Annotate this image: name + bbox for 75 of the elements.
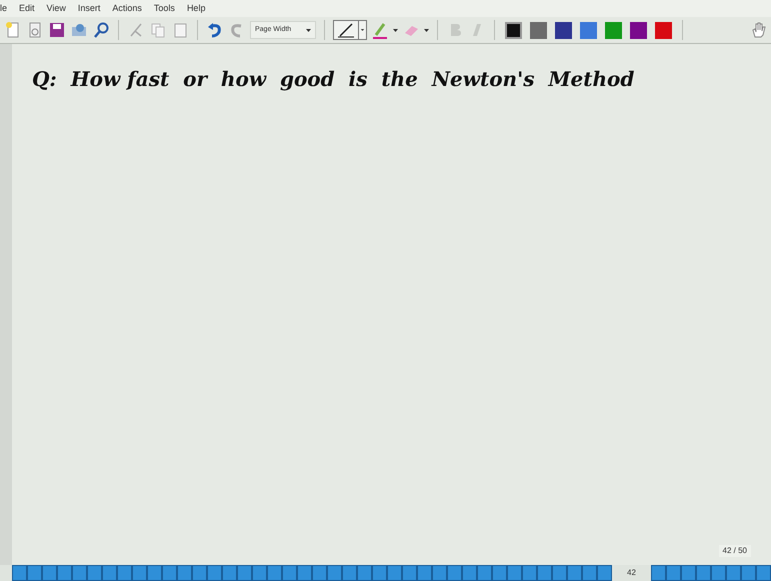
page-tab[interactable]: [756, 565, 771, 581]
caret-icon[interactable]: [393, 28, 398, 32]
menu-item[interactable]: le: [0, 2, 8, 16]
menu-item[interactable]: Actions: [112, 2, 142, 16]
color-swatch[interactable]: [505, 22, 522, 38]
page-tab[interactable]: [327, 565, 342, 581]
page-tab[interactable]: [252, 565, 267, 581]
current-page: 42: [626, 567, 637, 579]
page-tab[interactable]: [27, 565, 42, 581]
page-tab[interactable]: [57, 565, 72, 581]
menu-item[interactable]: View: [46, 2, 66, 16]
page-tab[interactable]: [462, 565, 477, 581]
page-tab[interactable]: [432, 565, 447, 581]
color-swatch[interactable]: [630, 22, 647, 38]
page-tab[interactable]: [192, 565, 207, 581]
page-tab[interactable]: [102, 565, 117, 581]
page-tab[interactable]: [117, 565, 132, 581]
page-tab[interactable]: [477, 565, 492, 581]
page-tab[interactable]: [507, 565, 522, 581]
page-counter: 42 / 50: [718, 545, 751, 557]
search-icon[interactable]: [92, 21, 110, 39]
page-tab[interactable]: [177, 565, 192, 581]
page-tab[interactable]: [726, 565, 741, 581]
handwritten-note: Q: How fast or how good is the Newton's Method: [32, 66, 636, 93]
page-tab[interactable]: [372, 565, 387, 581]
color-swatch[interactable]: [655, 22, 672, 38]
page-tab[interactable]: [696, 565, 711, 581]
page-tab[interactable]: [207, 565, 222, 581]
menu-item[interactable]: Insert: [78, 2, 100, 16]
page-tab[interactable]: [87, 565, 102, 581]
page-tab[interactable]: [297, 565, 312, 581]
page-tab[interactable]: [282, 565, 297, 581]
page-tab[interactable]: [42, 565, 57, 581]
menu-item[interactable]: Help: [186, 2, 206, 16]
color-swatch[interactable]: [555, 22, 572, 38]
page-tab[interactable]: [342, 565, 357, 581]
menu-item[interactable]: Tools: [154, 2, 175, 16]
page-tab[interactable]: [651, 565, 666, 581]
page-tab[interactable]: [132, 565, 147, 581]
pen-button[interactable]: [333, 20, 367, 40]
caret-icon: [306, 28, 311, 32]
page-tab[interactable]: [582, 565, 597, 581]
copy-icon[interactable]: [149, 21, 167, 39]
page-tab[interactable]: [72, 565, 87, 581]
save-icon[interactable]: [48, 21, 66, 39]
undo-icon[interactable]: [206, 21, 224, 39]
page-tab[interactable]: [552, 565, 567, 581]
page-tab[interactable]: [666, 565, 681, 581]
page-tab[interactable]: [492, 565, 507, 581]
page-tab[interactable]: [447, 565, 462, 581]
highlighter-icon[interactable]: [371, 21, 389, 39]
page-tab[interactable]: [417, 565, 432, 581]
page-tab[interactable]: [267, 565, 282, 581]
caret-icon: [358, 21, 366, 39]
color-swatch[interactable]: [530, 22, 547, 38]
color-swatch[interactable]: [580, 22, 597, 38]
page-tab[interactable]: [711, 565, 726, 581]
page-tab[interactable]: [222, 565, 237, 581]
page-tab[interactable]: [147, 565, 162, 581]
page-tab[interactable]: [162, 565, 177, 581]
page-tab[interactable]: [357, 565, 372, 581]
page-tab[interactable]: [312, 565, 327, 581]
page-tab[interactable]: [741, 565, 756, 581]
color-swatch[interactable]: [605, 22, 622, 38]
menu-item[interactable]: Edit: [19, 2, 35, 16]
page-tab[interactable]: [522, 565, 537, 581]
page-tab[interactable]: [402, 565, 417, 581]
page-tab[interactable]: [237, 565, 252, 581]
page-tab[interactable]: [681, 565, 696, 581]
page-tab[interactable]: [12, 565, 27, 581]
page-tab[interactable]: [387, 565, 402, 581]
page-tab[interactable]: [567, 565, 582, 581]
page-tab[interactable]: [597, 565, 612, 581]
caret-icon[interactable]: [424, 28, 429, 32]
page-tab[interactable]: [537, 565, 552, 581]
